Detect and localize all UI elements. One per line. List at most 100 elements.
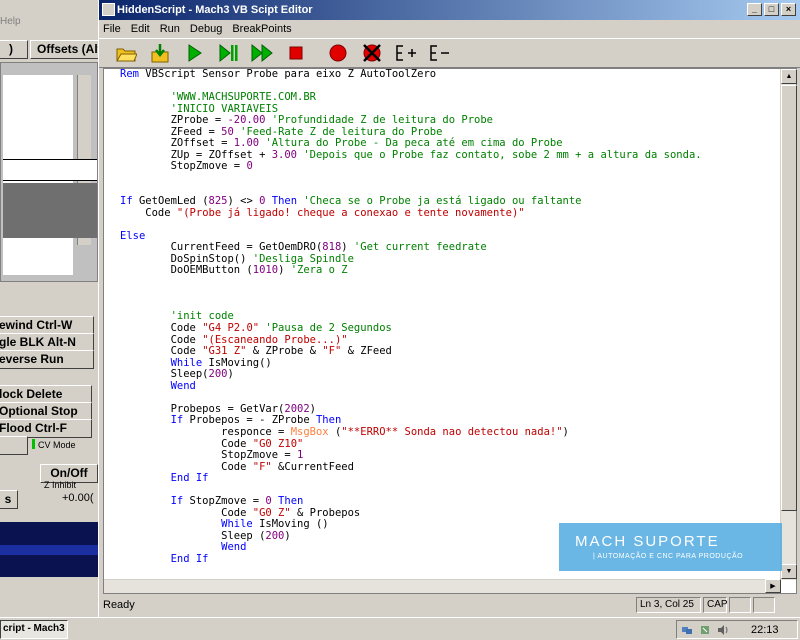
code-token: Code <box>120 206 177 219</box>
code-line[interactable]: End If <box>120 472 780 485</box>
safely-remove-icon[interactable] <box>699 624 711 636</box>
code-token: Rem <box>120 69 139 80</box>
code-line[interactable] <box>120 288 780 300</box>
network-icon[interactable] <box>681 624 693 636</box>
code-token: If <box>120 495 184 508</box>
title-bar[interactable]: HiddenScript - Mach3 VB Scipt Editor _ □… <box>99 0 800 20</box>
code-token: Sleep( <box>120 368 209 381</box>
code-token: ) <box>309 402 316 415</box>
breakpoint-icon[interactable] <box>325 40 351 66</box>
code-token: ) <box>278 264 291 277</box>
watch-remove-icon[interactable] <box>427 40 453 66</box>
code-token: Code <box>120 460 253 473</box>
code-token: 'INICIO VARIAVEIS <box>120 102 279 115</box>
background-mach3-window: Help ) Offsets (Alt ewind Ctrl-W gle BLK… <box>0 0 100 618</box>
code-token: & Probepos <box>290 506 361 519</box>
code-token: 1 <box>297 449 304 462</box>
code-token: DoOEMButton ( <box>120 264 253 277</box>
taskbar-script-editor-button[interactable]: cript - Mach3 ... <box>0 620 68 639</box>
code-token: 'Feed-Rate Z de leitura do Probe <box>233 125 443 138</box>
code-token: & ZProbe & <box>246 345 323 358</box>
minimize-button[interactable]: _ <box>747 3 762 16</box>
scroll-left-arrow-icon[interactable]: ▶ <box>765 579 781 593</box>
maximize-button[interactable]: □ <box>764 3 779 16</box>
code-token: ) <box>341 241 354 254</box>
code-line[interactable]: StopZmove = 0 <box>120 161 780 173</box>
bg-reverse-run-button[interactable]: everse Run <box>0 350 94 369</box>
code-line[interactable]: Rem VBScript Sensor Probe para eixo Z Au… <box>120 69 780 81</box>
code-token: 818 <box>322 241 342 254</box>
code-token: While <box>120 518 253 531</box>
menu-breakpoints[interactable]: BreakPoints <box>232 23 291 35</box>
code-token: "G0 Z10" <box>252 437 304 450</box>
code-token: ) <> <box>227 195 260 208</box>
code-line[interactable]: Sleep(200) <box>120 368 780 381</box>
open-folder-icon[interactable] <box>113 40 139 66</box>
vertical-scroll-thumb[interactable] <box>781 85 797 511</box>
volume-icon[interactable] <box>717 624 729 636</box>
taskbar: cript - Mach3 ... 22:13 <box>0 617 800 640</box>
code-token: GetOemLed ( <box>132 195 209 208</box>
watch-add-icon[interactable] <box>393 40 419 66</box>
vertical-scrollbar[interactable]: ▲ ▼ <box>780 69 797 580</box>
code-token: responce = <box>120 425 291 438</box>
code-token: 'Pausa de 2 Segundos <box>259 322 392 335</box>
code-token: &CurrentFeed <box>271 460 354 473</box>
code-token: 2002 <box>284 402 310 415</box>
clear-breakpoint-icon[interactable] <box>359 40 385 66</box>
code-token: Code <box>120 322 203 335</box>
bg-tab-offsets[interactable]: Offsets (Alt <box>30 40 100 59</box>
code-token: 3.00 <box>271 148 298 161</box>
close-button[interactable]: × <box>781 3 796 16</box>
bg-tab-left[interactable]: ) <box>0 40 28 59</box>
code-token: End If <box>120 552 209 565</box>
status-pane-empty-1 <box>729 597 751 613</box>
code-token: "**ERRO** Sonda nao detectou nada!" <box>341 425 563 438</box>
code-token: ZOffset = <box>120 137 234 150</box>
bg-blue-stripe <box>0 545 100 555</box>
code-line[interactable]: Code "F" &CurrentFeed <box>120 460 780 474</box>
cursor-position: Ln 3, Col 25 <box>636 597 701 613</box>
code-token: Code <box>120 345 203 358</box>
code-line[interactable]: Code "(Probe já ligado! cheque a conexao… <box>120 206 780 220</box>
code-token: 'Depois que o Probe faz contato, sobe 2 … <box>297 148 702 161</box>
code-token: Probepos = - ZProbe <box>183 414 316 427</box>
code-token: If <box>120 414 184 427</box>
horizontal-scrollbar[interactable]: ▶ <box>104 579 781 593</box>
code-token: While <box>120 356 203 369</box>
menu-debug[interactable]: Debug <box>190 23 222 35</box>
code-line[interactable]: DoOEMButton (1010) 'Zera o Z <box>120 265 780 277</box>
bg-small-button[interactable] <box>0 436 28 455</box>
code-editor[interactable]: Rem VBScript Sensor Probe para eixo Z Au… <box>103 68 797 594</box>
menu-bar: File Edit Run Debug BreakPoints <box>99 20 800 38</box>
code-token: "(Probe já ligado! cheque a conexao e te… <box>176 206 525 219</box>
code-line[interactable]: Wend <box>120 380 780 393</box>
scroll-up-arrow-icon[interactable]: ▲ <box>781 69 797 84</box>
stop-icon[interactable] <box>283 40 309 66</box>
menu-edit[interactable]: Edit <box>131 23 150 35</box>
code-token: ZFeed = <box>120 125 222 138</box>
code-token: 'Checa se o Probe ja está ligado ou falt… <box>297 195 582 208</box>
code-token: If <box>120 195 133 208</box>
clock[interactable]: 22:13 <box>751 624 779 636</box>
step-icon[interactable] <box>249 40 275 66</box>
menu-run[interactable]: Run <box>160 23 180 35</box>
bg-s-button[interactable]: s <box>0 490 18 509</box>
toolbar <box>99 38 800 68</box>
code-token: 'Desliga Spindle <box>252 252 354 265</box>
pause-icon[interactable] <box>215 40 241 66</box>
code-token: 'Zera o Z <box>290 264 348 277</box>
bg-cv-mode-led <box>32 439 35 449</box>
code-line[interactable] <box>120 173 780 185</box>
resize-grip[interactable] <box>777 597 797 613</box>
code-line[interactable] <box>120 277 780 289</box>
code-token: 200 <box>265 529 285 542</box>
menu-file[interactable]: File <box>103 23 121 35</box>
code-token: DoSpinStop() <box>120 252 253 265</box>
save-icon[interactable] <box>147 40 173 66</box>
run-icon[interactable] <box>181 40 207 66</box>
code-text-area[interactable]: Rem VBScript Sensor Probe para eixo Z Au… <box>120 69 780 580</box>
code-token: Sleep ( <box>120 529 266 542</box>
scroll-down-arrow-icon[interactable]: ▼ <box>781 564 797 579</box>
code-line[interactable] <box>120 219 780 231</box>
